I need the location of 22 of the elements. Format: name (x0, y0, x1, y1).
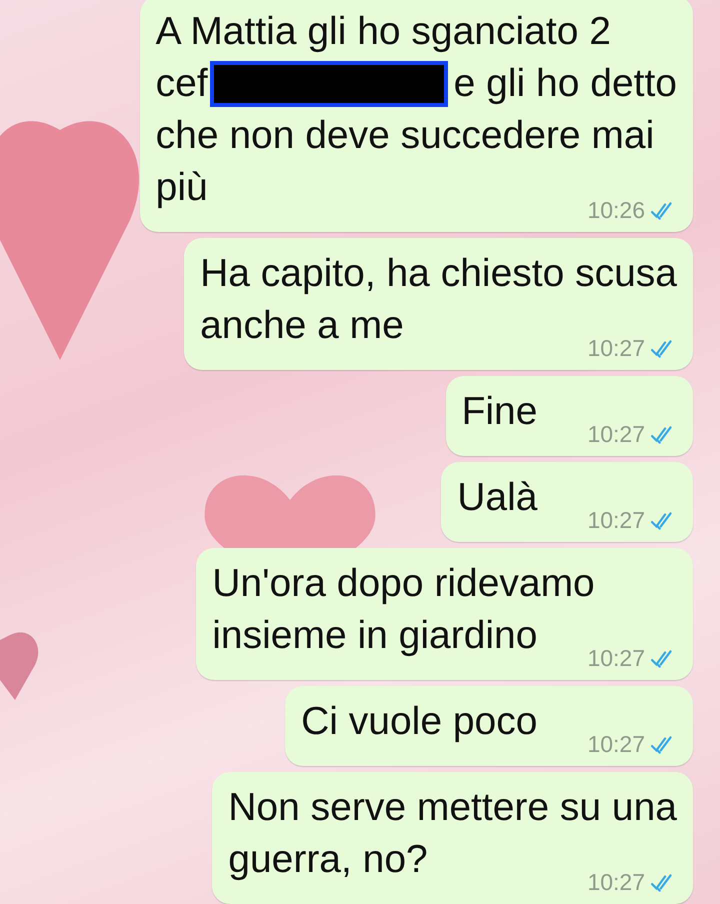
message-text: guerra, no? (228, 837, 428, 883)
message-text: più (156, 165, 208, 211)
message-time: 10:27 (587, 645, 645, 672)
message-time: 10:26 (587, 197, 645, 224)
message-time: 10:27 (587, 869, 645, 896)
message-text: insieme in giardino (212, 613, 538, 659)
message-text: A Mattia gli ho sganciato 2 (156, 9, 611, 55)
message-text: Un'ora dopo ridevamo (212, 561, 595, 607)
message-text: cef (156, 61, 208, 107)
message-text: Ha capito, ha chiesto scusa (200, 251, 677, 297)
message-text: e gli ho detto (454, 61, 677, 107)
heart-drawing (0, 630, 40, 700)
message-text: che non deve succedere mai (156, 113, 654, 159)
message-time: 10:27 (587, 731, 645, 758)
message-time: 10:27 (587, 507, 645, 534)
message-text: Fine (462, 389, 538, 435)
message-text: Non serve mettere su una (228, 785, 677, 831)
message-time: 10:27 (587, 421, 645, 448)
message-text: anche a me (200, 303, 404, 349)
message-time: 10:27 (587, 335, 645, 362)
message-text: Ci vuole poco (301, 699, 538, 745)
message-text: Ualà (457, 475, 538, 521)
